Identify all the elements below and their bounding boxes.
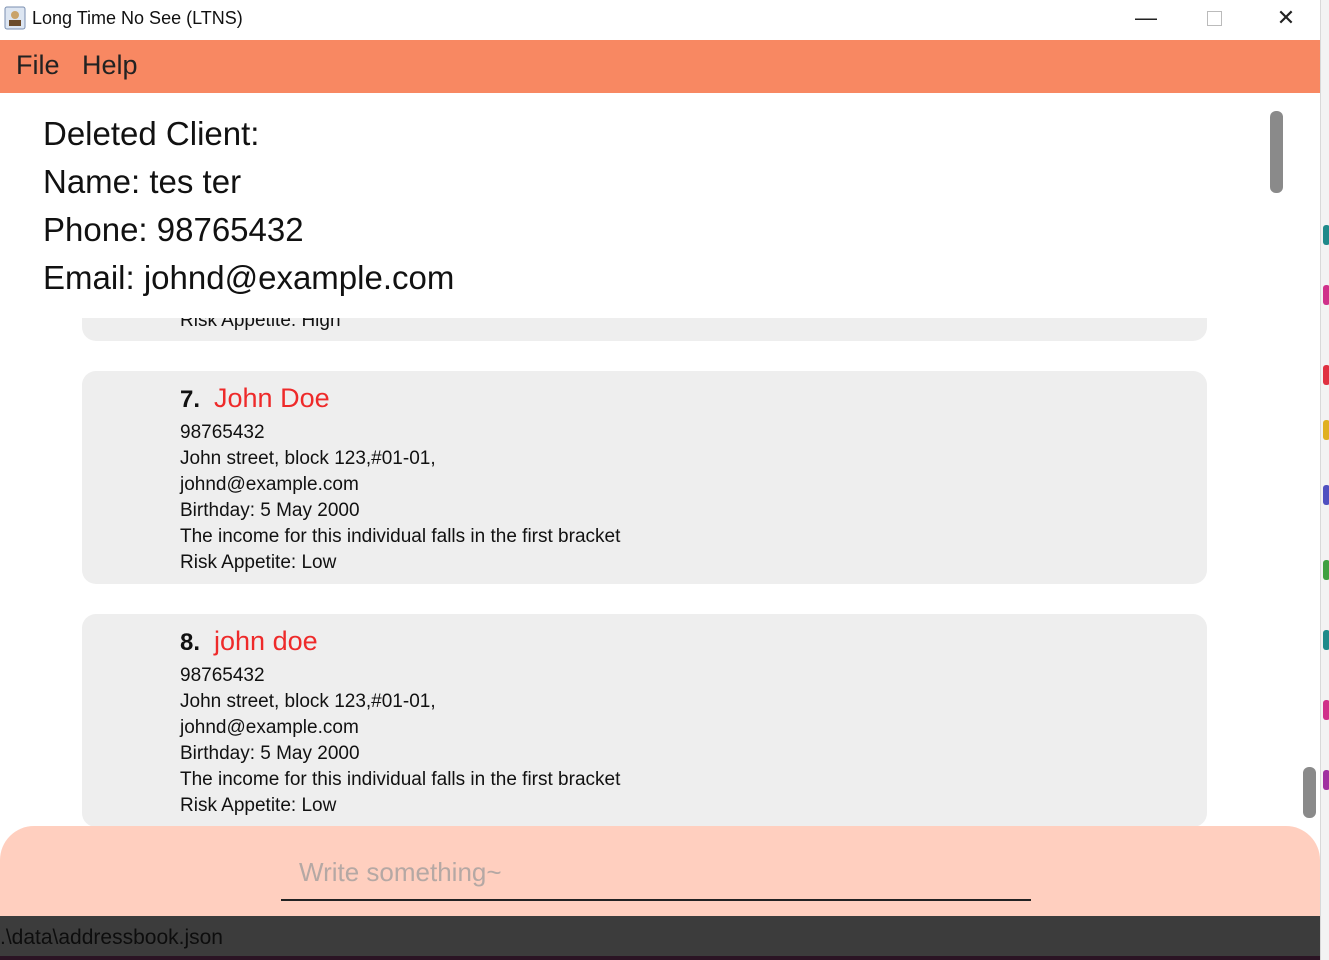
background-icon-green (1323, 560, 1329, 580)
background-icon-yellow (1323, 420, 1329, 440)
background-icon-purple (1323, 770, 1329, 790)
card-phone: 98765432 (180, 665, 265, 686)
menu-file[interactable]: File (16, 50, 60, 81)
card-details: 98765432 John street, block 123,#01-01, … (180, 420, 620, 576)
result-line-email: Email: johnd@example.com (43, 259, 455, 296)
card-email: johnd@example.com (180, 474, 359, 495)
card-address: John street, block 123,#01-01, (180, 448, 436, 469)
list-item[interactable]: Risk Appetite: High (82, 318, 1207, 341)
save-location-path: .\data\addressbook.json (0, 926, 223, 949)
card-address: John street, block 123,#01-01, (180, 691, 436, 712)
list-scrollbar-thumb[interactable] (1303, 767, 1316, 818)
background-icon-pink-2 (1323, 700, 1329, 720)
card-risk: Risk Appetite: Low (180, 795, 337, 816)
card-income: The income for this individual falls in … (180, 526, 621, 547)
card-index: 8. (180, 629, 201, 656)
result-line-phone: Phone: 98765432 (43, 211, 304, 248)
result-line-name: Name: tes ter (43, 163, 242, 200)
card-risk: Risk Appetite: High (180, 318, 341, 331)
window-title-bar: Long Time No See (LTNS) — ✕ (0, 0, 1320, 40)
status-bar: .\data\addressbook.json (0, 916, 1320, 960)
card-index: 7. (180, 386, 201, 413)
app-icon (4, 6, 26, 30)
card-birthday: Birthday: 5 May 2000 (180, 500, 360, 521)
card-header: 7. John Doe (180, 383, 330, 414)
card-email: johnd@example.com (180, 717, 359, 738)
background-window-edge (1320, 0, 1329, 960)
window-title: Long Time No See (LTNS) (32, 8, 243, 28)
background-icon-pink (1323, 285, 1329, 305)
close-icon: ✕ (1276, 5, 1296, 30)
menu-bar: File Help (0, 40, 1320, 93)
card-name: john doe (214, 626, 318, 656)
command-box (0, 826, 1320, 916)
card-name: John Doe (214, 383, 330, 413)
card-risk: Risk Appetite: Low (180, 552, 337, 573)
menu-help[interactable]: Help (82, 50, 138, 81)
card-phone: 98765432 (180, 422, 265, 443)
minimize-button[interactable]: — (1116, 0, 1176, 36)
list-item[interactable]: 7. John Doe 98765432 John street, block … (82, 371, 1207, 584)
minimize-icon: — (1135, 5, 1157, 30)
card-details: 98765432 John street, block 123,#01-01, … (180, 663, 620, 819)
background-icon-red (1323, 365, 1329, 385)
card-header: 8. john doe (180, 626, 318, 657)
client-list: Risk Appetite: High 7. John Doe 98765432… (0, 318, 1320, 826)
result-scrollbar-thumb[interactable] (1270, 111, 1283, 193)
background-icon-blue (1323, 485, 1329, 505)
card-birthday: Birthday: 5 May 2000 (180, 743, 360, 764)
command-input[interactable] (281, 846, 1031, 901)
list-item[interactable]: 8. john doe 98765432 John street, block … (82, 614, 1207, 826)
result-line-heading: Deleted Client: (43, 115, 260, 152)
result-display: Deleted Client: Name: tes ter Phone: 987… (0, 93, 1320, 318)
taskbar-edge (0, 956, 1320, 960)
card-income: The income for this individual falls in … (180, 769, 621, 790)
background-icon-teal-2 (1323, 630, 1329, 650)
maximize-button[interactable] (1184, 0, 1244, 36)
maximize-icon (1206, 10, 1222, 26)
close-button[interactable]: ✕ (1256, 0, 1316, 36)
background-icon-teal (1323, 225, 1329, 245)
